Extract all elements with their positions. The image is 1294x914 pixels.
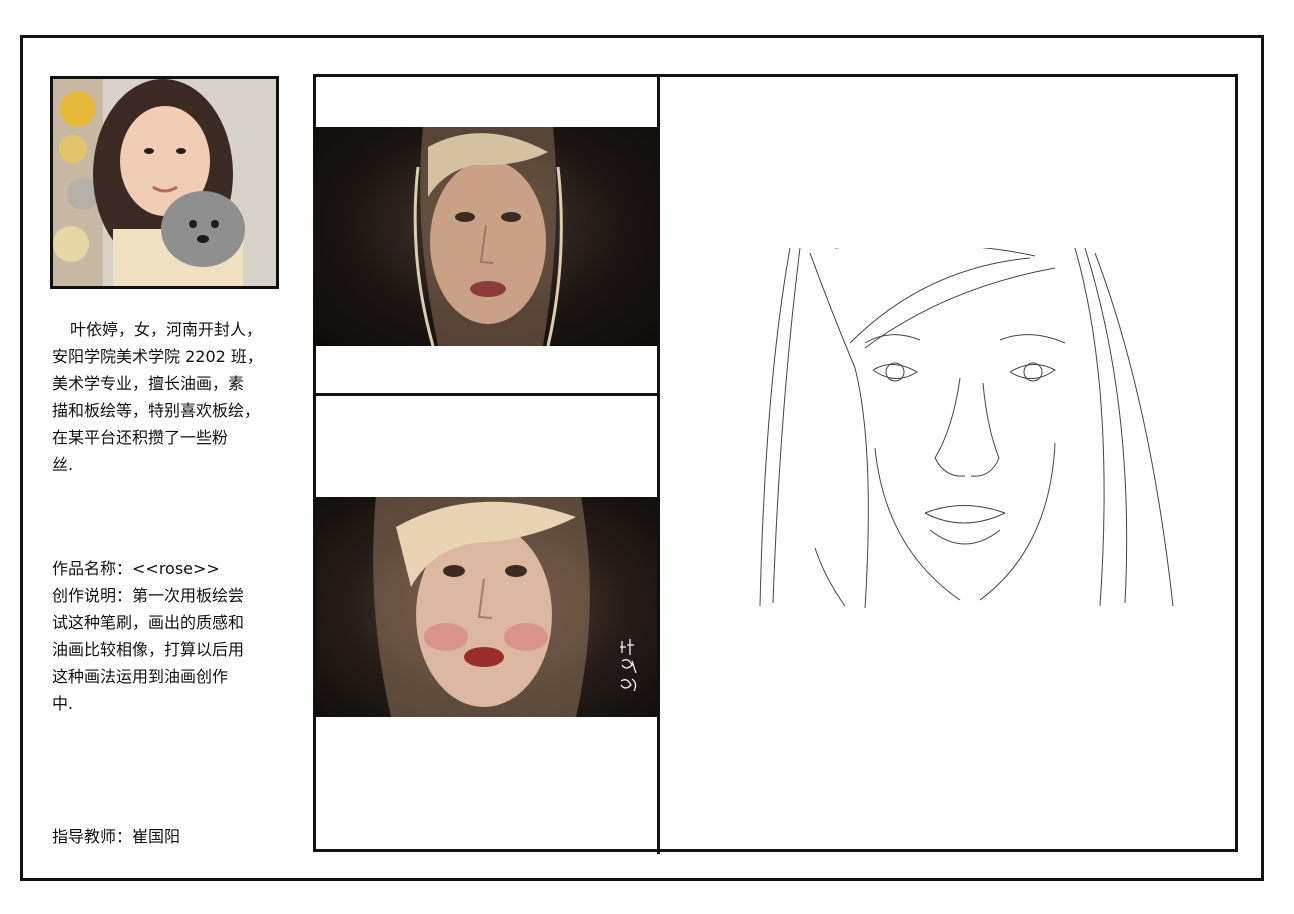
panel-divider-horizontal: [315, 393, 658, 396]
student-photo: [50, 76, 279, 289]
reference-photo: [313, 127, 658, 346]
panel-divider-vertical: [657, 74, 660, 854]
student-portrait-image: [53, 79, 276, 286]
work-desc-line: 中.: [52, 694, 74, 713]
advisor-line: 指导教师：崔国阳: [52, 827, 181, 846]
bio-line: 描和板绘等，特别喜欢板绘，: [52, 401, 261, 420]
work-desc-line: 创作说明：第一次用板绘尝: [52, 586, 245, 605]
line-sketch: [755, 248, 1175, 610]
sketch-portrait-drawing: [759, 248, 1174, 609]
bio-line: 美术学专业，擅长油画，素: [52, 374, 245, 393]
signature-icon: [620, 639, 637, 692]
bio-line: 在某平台还积攒了一些粉: [52, 428, 229, 447]
bio-line: 丝.: [52, 455, 74, 474]
work-description: 作品名称：<<rose>> 创作说明：第一次用板绘尝 试这种笔刷，画出的质感和 油画比…: [52, 555, 278, 717]
work-desc-line: 试这种笔刷，画出的质感和: [52, 613, 245, 632]
painting-portrait-image: [373, 497, 590, 717]
bio-line: 安阳学院美术学院 2202 班，: [52, 347, 263, 366]
student-bio: 叶依婷，女，河南开封人， 安阳学院美术学院 2202 班， 美术学专业，擅长油画，素…: [52, 316, 278, 478]
reference-portrait-image: [413, 127, 563, 346]
digital-painting: [316, 497, 658, 717]
bio-line: 叶依婷，女，河南开封人，: [70, 320, 263, 339]
work-title-line: 作品名称：<<rose>>: [52, 559, 220, 578]
work-desc-line: 这种画法运用到油画创作: [52, 667, 229, 686]
work-desc-line: 油画比较相像，打算以后用: [52, 640, 245, 659]
